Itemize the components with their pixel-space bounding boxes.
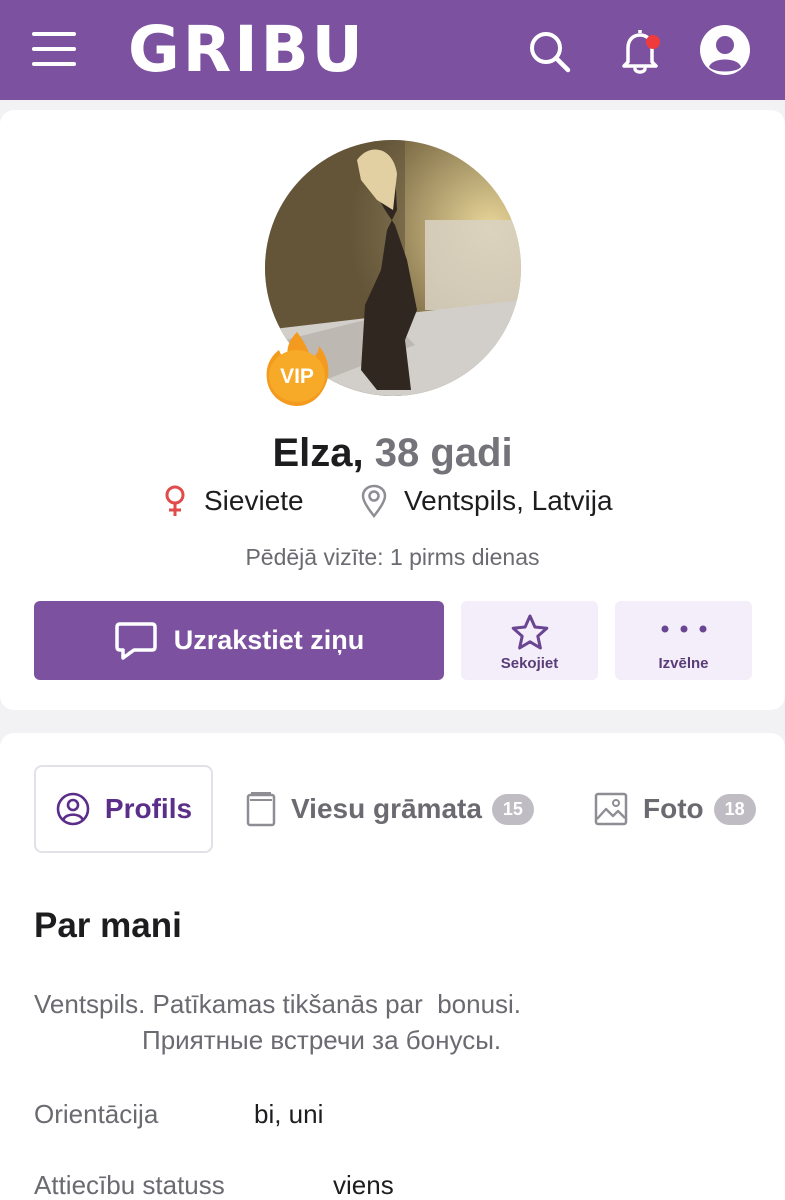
relationship-status-value: viens bbox=[333, 1170, 394, 1200]
vip-label: VIP bbox=[280, 365, 314, 388]
tab-guestbook[interactable]: Viesu grāmata 15 bbox=[245, 765, 534, 853]
book-icon bbox=[246, 792, 276, 827]
menu-label: Izvēlne bbox=[658, 655, 709, 672]
search-icon[interactable] bbox=[521, 22, 577, 78]
bell-icon[interactable] bbox=[612, 22, 668, 78]
star-icon bbox=[511, 614, 549, 650]
notification-dot bbox=[646, 35, 660, 49]
about-line-1: Ventspils. Patīkamas tikšanās par bonusi… bbox=[34, 989, 522, 1019]
follow-button[interactable]: Sekojiet bbox=[461, 601, 598, 680]
about-title: Par mani bbox=[34, 906, 182, 945]
guestbook-count-badge: 15 bbox=[491, 793, 534, 825]
more-dots-icon bbox=[661, 625, 707, 633]
tab-profile[interactable]: Profils bbox=[34, 765, 213, 853]
gender-text: Sieviete bbox=[204, 485, 304, 516]
location-text: Ventspils, Latvija bbox=[404, 485, 613, 516]
location-pin-icon bbox=[361, 484, 387, 518]
profile-name: Elza, 38 gadi bbox=[0, 428, 785, 478]
tab-profile-label: Profils bbox=[104, 793, 193, 824]
tab-guestbook-label: Viesu grāmata bbox=[291, 793, 482, 824]
about-text: Ventspils. Patīkamas tikšanās par bonusi… bbox=[34, 986, 754, 1058]
account-icon[interactable] bbox=[698, 23, 754, 79]
write-message-button[interactable]: Uzrakstiet ziņu bbox=[34, 601, 444, 680]
orientation-label: Orientācija bbox=[34, 1099, 159, 1129]
chat-bubble-icon bbox=[114, 621, 157, 660]
tab-photos-label: Foto bbox=[643, 793, 704, 824]
vip-badge: VIP bbox=[263, 330, 331, 406]
age-text: 38 gadi bbox=[374, 431, 513, 475]
photos-count-badge: 18 bbox=[713, 793, 756, 825]
image-icon bbox=[594, 792, 628, 826]
location-info: Ventspils, Latvija bbox=[360, 482, 613, 520]
tab-photos[interactable]: Foto 18 bbox=[593, 765, 756, 853]
relationship-status-label: Attiecību statuss bbox=[34, 1170, 225, 1200]
follow-label: Sekojiet bbox=[500, 655, 559, 672]
name-text: Elza, bbox=[272, 431, 364, 475]
write-message-label: Uzrakstiet ziņu bbox=[173, 625, 365, 655]
top-bar: GRIBU bbox=[0, 0, 785, 100]
last-visit: Pēdējā vizīte: 1 pirms dienas bbox=[245, 544, 540, 570]
user-circle-icon bbox=[56, 792, 90, 826]
about-line-2: Приятные встречи за бонусы. bbox=[142, 1025, 502, 1055]
orientation-value: bi, uni bbox=[254, 1099, 324, 1129]
female-icon bbox=[165, 485, 185, 516]
menu-button[interactable]: Izvēlne bbox=[615, 601, 752, 680]
gender-info: Sieviete bbox=[162, 482, 304, 520]
menu-icon[interactable] bbox=[32, 30, 76, 68]
gribu-logo[interactable]: GRIBU bbox=[128, 14, 366, 86]
